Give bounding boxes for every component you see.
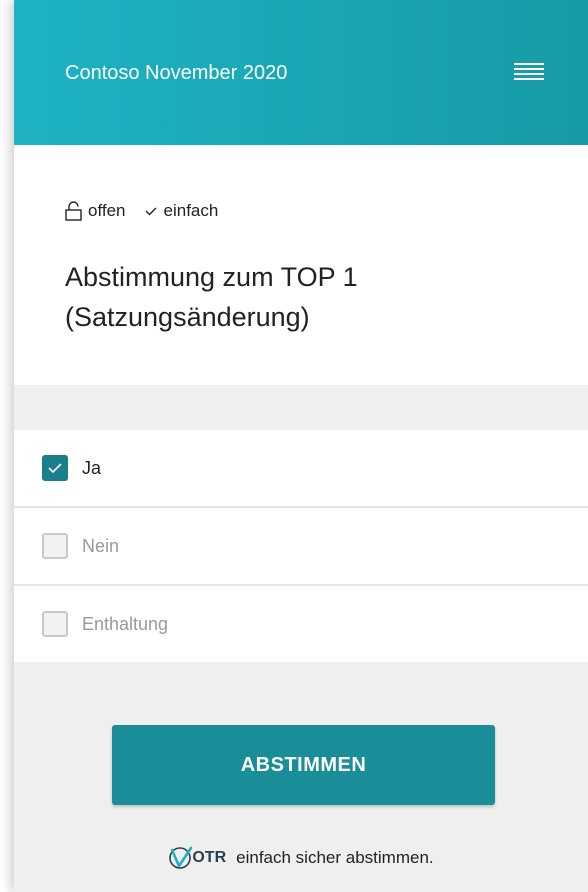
- option-label: Nein: [82, 535, 120, 556]
- poll-card: offen einfach Abstimmung zum TOP 1 (Satz…: [14, 145, 588, 385]
- visibility-label: offen: [88, 201, 126, 220]
- mode-badge: einfach: [144, 201, 219, 221]
- checkmark-icon: [145, 207, 157, 216]
- checkbox[interactable]: [42, 455, 68, 481]
- votr-logo: OTR: [168, 846, 226, 870]
- checkbox[interactable]: [42, 533, 68, 559]
- hamburger-menu-icon[interactable]: [514, 62, 544, 82]
- option-label: Enthaltung: [82, 613, 169, 634]
- footer: OTR einfach sicher abstimmen.: [14, 846, 588, 870]
- app-frame: Contoso November 2020 offen einfach Abst…: [14, 0, 588, 892]
- event-title: Contoso November 2020: [65, 62, 288, 84]
- vote-button[interactable]: ABSTIMMEN: [112, 725, 495, 805]
- tagline: einfach sicher abstimmen.: [236, 848, 434, 867]
- poll-question: Abstimmung zum TOP 1 (Satzungsänderung): [65, 262, 358, 332]
- app-header: Contoso November 2020: [14, 0, 588, 145]
- votr-logo-icon: [169, 846, 193, 869]
- answer-options: Ja Nein Enthaltung: [14, 430, 588, 662]
- option-nein[interactable]: Nein: [14, 508, 588, 586]
- visibility-badge: offen: [65, 201, 126, 221]
- checkbox[interactable]: [42, 611, 68, 637]
- lock-open-icon: [65, 201, 82, 221]
- poll-meta: offen einfach: [65, 201, 236, 221]
- option-label: Ja: [82, 457, 102, 478]
- option-ja[interactable]: Ja: [14, 430, 588, 508]
- checkmark-icon: [48, 463, 62, 474]
- logo-text: OTR: [192, 849, 227, 866]
- option-enthaltung[interactable]: Enthaltung: [14, 586, 588, 662]
- mode-label: einfach: [163, 201, 219, 220]
